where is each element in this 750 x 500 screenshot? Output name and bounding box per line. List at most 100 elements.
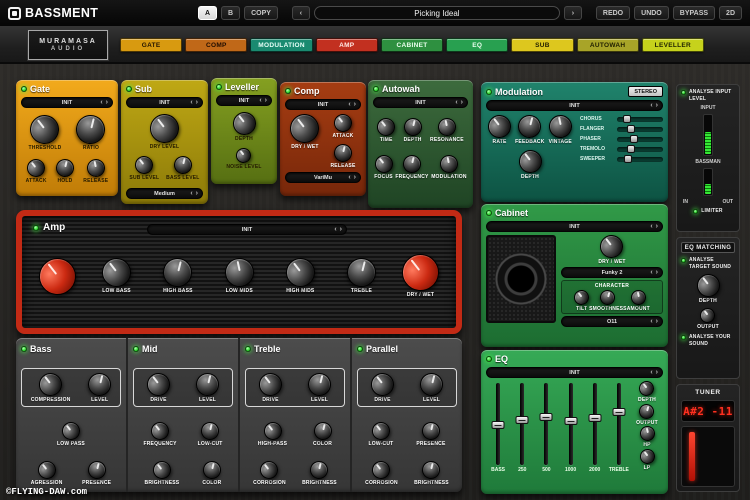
preset-slot-b-button[interactable]: B [221, 6, 240, 20]
low-pass-knob[interactable] [58, 418, 83, 443]
view-2d-button[interactable]: 2D [719, 6, 742, 20]
copy-button[interactable]: COPY [244, 6, 278, 20]
dry-wet-knob[interactable] [395, 247, 447, 299]
redo-button[interactable]: REDO [596, 6, 630, 20]
low-cut-knob[interactable] [368, 418, 393, 443]
cabinet-model-selector[interactable]: O11 ‹› [561, 316, 663, 327]
noise-level-knob[interactable] [233, 145, 254, 166]
cabinet-preset-next[interactable]: › [656, 223, 658, 230]
cabinet-mic-prev[interactable]: ‹ [650, 269, 652, 276]
limiter-led[interactable] [693, 209, 698, 214]
attack-knob[interactable] [24, 155, 49, 180]
resonance-knob[interactable] [436, 116, 457, 137]
time-knob[interactable] [374, 114, 399, 139]
modulation-preset-selector[interactable]: INIT ‹› [486, 100, 663, 111]
cabinet-power-led[interactable] [486, 210, 492, 216]
tab-autowah[interactable]: AUTOWAH [577, 38, 639, 52]
eq-preset-next[interactable]: › [656, 369, 658, 376]
preset-name-display[interactable]: Picking Ideal [314, 6, 560, 20]
brightness-knob[interactable] [149, 457, 174, 482]
eq-band-1000-slider[interactable] [569, 383, 573, 465]
bass-channel-led[interactable] [21, 346, 27, 352]
tab-comp[interactable]: COMP [185, 38, 247, 52]
drive-knob[interactable] [254, 369, 286, 401]
cabinet-mic-next[interactable]: › [656, 269, 658, 276]
dry-level-knob[interactable] [144, 108, 185, 149]
brightness-knob[interactable] [421, 459, 443, 481]
amp-preset-selector[interactable]: INIT ‹› [147, 224, 347, 235]
modulation-preset-prev[interactable]: ‹ [650, 102, 652, 109]
undo-button[interactable]: UNDO [634, 6, 669, 20]
sub-power-led[interactable] [126, 86, 132, 92]
parallel-channel-led[interactable] [357, 346, 363, 352]
color-knob[interactable] [201, 459, 223, 481]
sub-mode-prev[interactable]: ‹ [190, 190, 192, 197]
depth-knob[interactable] [228, 107, 260, 139]
output-knob[interactable] [697, 305, 718, 326]
leveller-power-led[interactable] [216, 84, 222, 90]
tab-modulation[interactable]: MODULATION [250, 38, 312, 52]
frequency-knob[interactable] [401, 153, 423, 175]
flanger-slider[interactable] [617, 127, 663, 132]
sub-preset-prev[interactable]: ‹ [190, 99, 192, 106]
release-knob[interactable] [332, 142, 354, 164]
cabinet-mic-selector[interactable]: Funky 2 ‹› [561, 267, 663, 278]
drive-knob[interactable] [142, 369, 174, 401]
drive-knob[interactable] [366, 369, 398, 401]
level-knob[interactable] [306, 371, 334, 399]
modulation-power-led[interactable] [486, 89, 492, 95]
amp-preset-next[interactable]: › [340, 226, 342, 233]
presence-knob[interactable] [420, 420, 442, 442]
hp-knob[interactable] [638, 425, 656, 443]
analyse-your-sound-led[interactable] [681, 335, 686, 340]
gate-preset-selector[interactable]: INIT ‹› [21, 97, 113, 108]
mid-channel-led[interactable] [133, 346, 139, 352]
amp-drive-knob[interactable] [32, 250, 84, 302]
leveller-preset-prev[interactable]: ‹ [259, 97, 261, 104]
feedback-knob[interactable] [516, 113, 544, 141]
eq-band-bass-slider[interactable] [496, 383, 500, 465]
depth-knob[interactable] [692, 269, 724, 301]
sub-level-knob[interactable] [132, 152, 157, 177]
amp-power-led[interactable] [33, 225, 39, 231]
treble-channel-led[interactable] [245, 346, 251, 352]
autowah-power-led[interactable] [373, 86, 379, 92]
eq-power-led[interactable] [486, 356, 492, 362]
sub-mode-selector[interactable]: Medium ‹› [126, 188, 203, 199]
gate-preset-next[interactable]: › [106, 99, 108, 106]
cabinet-model-next[interactable]: › [656, 318, 658, 325]
comp-mode-prev[interactable]: ‹ [348, 174, 350, 181]
level-knob[interactable] [194, 371, 222, 399]
smoothness-knob[interactable] [599, 288, 617, 306]
autowah-preset-next[interactable]: › [461, 99, 463, 106]
sub-preset-next[interactable]: › [196, 99, 198, 106]
cabinet-preset-prev[interactable]: ‹ [650, 223, 652, 230]
stereo-mode-button[interactable]: STEREO [628, 86, 663, 97]
chorus-slider[interactable] [617, 117, 663, 122]
dry-wet-knob[interactable] [285, 108, 326, 149]
comp-preset-selector[interactable]: INIT ‹› [285, 99, 361, 110]
dry-wet-knob[interactable] [596, 230, 628, 262]
analyse-target-led[interactable] [681, 258, 686, 263]
depth-knob[interactable] [514, 145, 546, 177]
output-knob[interactable] [638, 402, 656, 420]
eq-band-treble-slider[interactable] [617, 383, 621, 465]
release-knob[interactable] [85, 157, 106, 178]
amp-preset-prev[interactable]: ‹ [334, 226, 336, 233]
lp-knob[interactable] [636, 446, 657, 467]
leveller-preset-selector[interactable]: INIT ‹› [216, 95, 272, 106]
analyse-input-led[interactable] [681, 90, 686, 95]
corrosion-knob[interactable] [369, 457, 394, 482]
eq-band-250-slider[interactable] [520, 383, 524, 465]
sub-preset-selector[interactable]: INIT ‹› [126, 97, 203, 108]
phaser-slider[interactable] [617, 137, 663, 142]
attack-knob[interactable] [330, 110, 355, 135]
high-mids-knob[interactable] [280, 252, 321, 293]
tab-sub[interactable]: SUB [511, 38, 573, 52]
high-bass-knob[interactable] [160, 255, 195, 290]
eq-band-2000-slider[interactable] [593, 383, 597, 465]
leveller-preset-next[interactable]: › [265, 97, 267, 104]
low-bass-knob[interactable] [96, 252, 137, 293]
tab-gate[interactable]: GATE [120, 38, 182, 52]
tab-cabinet[interactable]: CABINET [381, 38, 443, 52]
